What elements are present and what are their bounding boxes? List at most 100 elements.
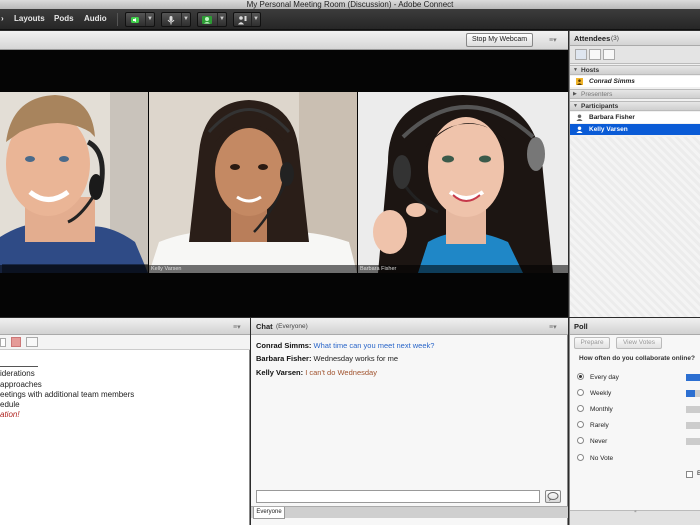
chat-title: Chat <box>256 322 273 331</box>
attendee-list-empty-area <box>570 137 700 317</box>
microphone-dropdown-icon[interactable]: ▼ <box>181 13 190 26</box>
menu-pods[interactable]: Pods <box>54 14 74 23</box>
poll-option[interactable]: Weekly <box>577 388 612 399</box>
chat-sender: Kelly Varsen: <box>256 368 304 377</box>
notes-toolbar <box>0 335 250 350</box>
collapse-icon: ▼ <box>573 103 578 109</box>
menu-audio[interactable]: Audio <box>84 14 107 23</box>
poll-option-label: Every day <box>590 374 619 381</box>
chat-text: Wednesday works for me <box>313 354 399 363</box>
poll-result-fill <box>686 374 700 381</box>
participant-video-image <box>0 92 148 273</box>
poll-question: How often do you collaborate online? <box>579 355 695 362</box>
status-view-icon[interactable] <box>589 49 601 60</box>
raise-hand-button[interactable]: ▼ <box>233 12 261 27</box>
list-view-icon[interactable] <box>575 49 587 60</box>
poll-pod: Poll Prepare View Votes How often do you… <box>569 318 700 525</box>
video-label <box>0 265 148 273</box>
note-line: edule <box>0 400 20 409</box>
chat-text: I can't do Wednesday <box>305 368 377 377</box>
pod-menu-icon[interactable]: ≡▾ <box>549 36 557 44</box>
chat-scope: (Everyone) <box>276 323 308 330</box>
attendee-row[interactable]: Conrad Simms <box>570 76 700 87</box>
stop-webcam-button[interactable]: Stop My Webcam <box>466 33 533 47</box>
attendee-name: Conrad Simms <box>589 78 635 85</box>
chat-tab-everyone[interactable]: Everyone <box>253 507 285 519</box>
group-label: Participants <box>581 103 619 110</box>
color-swatch-icon[interactable] <box>11 337 21 347</box>
chat-text: What time can you meet next week? <box>313 341 435 350</box>
speaker-button[interactable]: ▼ <box>125 12 155 27</box>
poll-result-bar <box>686 406 700 413</box>
attendees-count: (3) <box>611 35 619 42</box>
pod-menu-icon[interactable]: ≡▾ <box>233 323 241 331</box>
radio-icon[interactable] <box>577 404 584 412</box>
note-line: eetings with additional team members <box>0 390 135 399</box>
pod-menu-icon[interactable]: ≡▾ <box>549 323 557 331</box>
group-hosts[interactable]: ▼ Hosts <box>570 65 700 75</box>
poll-result-bar <box>686 390 700 397</box>
raise-hand-dropdown-icon[interactable]: ▼ <box>251 13 260 26</box>
note-line: approaches <box>0 380 42 389</box>
poll-title: Poll <box>574 322 588 331</box>
speaker-dropdown-icon[interactable]: ▼ <box>145 13 154 26</box>
format-icon[interactable] <box>0 338 6 347</box>
note-line: iderations <box>0 369 35 378</box>
view-votes-button[interactable]: View Votes <box>616 337 662 349</box>
attendees-title: Attendees <box>574 34 611 43</box>
attendee-name: Kelly Varsen <box>589 126 628 133</box>
participant-video-image <box>358 92 568 273</box>
host-icon <box>576 78 583 85</box>
poll-footer: “ <box>570 510 700 525</box>
poll-result-bar <box>686 438 700 445</box>
prepare-button[interactable]: Prepare <box>574 337 610 349</box>
menu-bar: › Layouts Pods Audio ▼ ▼ ▼ ▼ <box>0 9 700 30</box>
send-button[interactable] <box>545 490 561 503</box>
poll-option[interactable]: No Vote <box>577 453 613 464</box>
webcam-icon <box>202 16 212 24</box>
poll-header: Poll <box>570 318 700 335</box>
video-label: Kelly Varsen <box>149 265 357 273</box>
broadcast-checkbox[interactable] <box>686 471 693 478</box>
chat-tab-bar: Everyone <box>251 506 568 519</box>
attendee-row-selected[interactable]: Kelly Varsen <box>570 124 700 135</box>
video-pod-header: Stop My Webcam ≡▾ <box>0 31 568 50</box>
radio-icon[interactable] <box>577 420 584 428</box>
microphone-button[interactable]: ▼ <box>161 12 191 27</box>
chat-sender: Barbara Fisher: <box>256 354 312 363</box>
poll-option[interactable]: Never <box>577 436 607 447</box>
menu-layouts[interactable]: Layouts <box>14 14 45 23</box>
collapse-icon: ▼ <box>573 67 578 73</box>
radio-icon[interactable] <box>577 436 584 444</box>
menu-separator <box>117 13 118 26</box>
video-label: Barbara Fisher <box>358 265 568 273</box>
attendee-row[interactable]: Barbara Fisher <box>570 112 700 123</box>
notes-rule <box>0 366 38 367</box>
attendee-name: Barbara Fisher <box>589 114 635 121</box>
webcam-dropdown-icon[interactable]: ▼ <box>217 13 226 26</box>
webcam-button[interactable]: ▼ <box>197 12 227 27</box>
poll-option-label: Rarely <box>590 422 609 429</box>
video-pod: Stop My Webcam ≡▾ Kelly Varsen Barbara F… <box>0 31 568 317</box>
group-presenters[interactable]: ▶ Presenters <box>570 89 700 99</box>
radio-selected-icon[interactable] <box>577 372 584 380</box>
list-format-icon[interactable] <box>26 337 38 347</box>
poll-option-label: Monthly <box>590 406 613 413</box>
notes-header: ≡▾ <box>0 318 250 335</box>
menu-overflow[interactable]: › <box>1 14 4 23</box>
sort-icon[interactable] <box>603 49 615 60</box>
note-line: ation! <box>0 410 20 419</box>
attendees-header: Attendees (3) <box>570 31 700 46</box>
radio-icon[interactable] <box>577 388 584 396</box>
group-participants[interactable]: ▼ Participants <box>570 101 700 111</box>
chat-input[interactable] <box>256 490 540 503</box>
poll-option-label: Weekly <box>590 390 612 397</box>
window-title: My Personal Meeting Room (Discussion) - … <box>246 0 454 9</box>
radio-icon[interactable] <box>577 453 584 461</box>
poll-option[interactable]: Rarely <box>577 420 609 431</box>
poll-option[interactable]: Every day <box>577 372 619 383</box>
poll-option[interactable]: Monthly <box>577 404 613 415</box>
participant-icon <box>576 126 583 133</box>
notes-pod: ≡▾ iderations approaches eetings with ad… <box>0 318 250 525</box>
video-feed-1 <box>0 92 148 273</box>
